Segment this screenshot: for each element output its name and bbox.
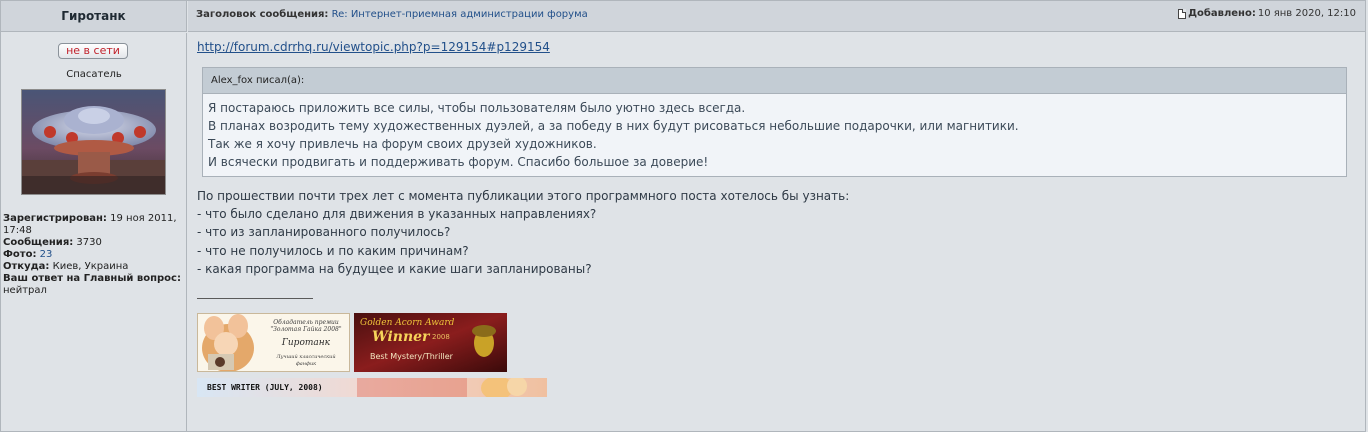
post-date: Добавлено: 10 янв 2020, 12:10 [1178,8,1356,19]
banner1-text: Лучший классический [275,354,335,360]
banner3-text: BEST WRITER (JULY, 2008) [207,383,323,392]
banner2-text: Winner [372,329,431,345]
message-line: - какая программа на будущее и какие шаг… [197,261,592,276]
stat-photos: Фото: 23 [3,249,185,261]
status-badge: не в сети [58,43,128,59]
forum-post: Гиротанк Заголовок сообщения: Re: Интерн… [0,0,1366,432]
message-line: По прошествии почти трех лет с момента п… [197,189,850,203]
banner1-text: фанфик [296,360,316,367]
message-text: По прошествии почти трех лет с момента п… [197,187,849,278]
post-header: Заголовок сообщения: Re: Интернет-приемн… [188,1,1365,32]
messages-label: Сообщения: [3,237,74,248]
banner2-text: 2008 [432,333,450,341]
author-rank: Спасатель [66,69,122,80]
banner1-text: "Золотая Гайка 2008" [270,326,341,333]
answer-value: нейтрал [3,285,47,296]
answer-label: Ваш ответ на Главный вопрос: [3,273,181,284]
author-profile: не в сети Спасатель Зарегистрирован: 19 … [1,33,187,431]
photos-link[interactable]: 23 [40,249,53,260]
post-icon[interactable] [1178,8,1187,19]
posted-label: Добавлено: [1188,8,1256,19]
message-line: - что не получилось и по каким причинам? [197,243,469,258]
stat-registered: Зарегистрирован: 19 ноя 2011, 17:48 [3,213,185,237]
from-value: Киев, Украина [52,261,129,272]
photos-label: Фото: [3,249,37,260]
banner1-text: Обладатель премии [273,319,339,326]
message-line: - что было сделано для движения в указан… [197,207,597,222]
award-banner-golden-nut: Обладатель премии "Золотая Гайка 2008" Г… [197,313,350,372]
author-header: Гиротанк [1,1,187,32]
registered-label: Зарегистрирован: [3,213,107,224]
from-label: Откуда: [3,261,50,272]
avatar [21,89,166,195]
stat-from: Откуда: Киев, Украина [3,261,185,273]
quote-author: Alex_fox писал(а): [203,68,1346,94]
banner2-text: Golden Acorn Award [360,318,455,328]
post-link[interactable]: http://forum.cdrrhq.ru/viewtopic.php?p=1… [197,40,550,54]
quote-text: Я постараюсь приложить все силы, чтобы п… [203,94,1346,171]
quote-line: В планах возродить тему художественных д… [208,119,1019,133]
award-banner-golden-acorn: Golden Acorn Award Winner 2008 Best Myst… [354,313,507,372]
post-subject: Заголовок сообщения: Re: Интернет-приемн… [196,9,588,20]
author-stats: Зарегистрирован: 19 ноя 2011, 17:48 Сооб… [3,213,185,297]
stat-messages: Сообщения: 3730 [3,237,185,249]
message-line: - что из запланированного получилось? [197,225,451,240]
banner2-text: Best Mystery/Thriller [370,352,454,361]
quote-line: Я постараюсь приложить все силы, чтобы п… [208,101,746,115]
subject-link[interactable]: Re: Интернет-приемная администрации фору… [332,9,588,20]
posted-value: 10 янв 2020, 12:10 [1257,8,1356,19]
subject-label: Заголовок сообщения: [196,9,329,20]
quote-line: И всячески продвигать и поддерживать фор… [208,155,709,169]
quote-block: Alex_fox писал(а): Я постараюсь приложит… [202,67,1347,177]
banner1-text: Гиротанк [281,338,331,348]
award-banner-best-writer: BEST WRITER (JULY, 2008) [197,378,547,397]
quote-line: Так же я хочу привлечь на форум своих др… [208,137,597,151]
author-nickname[interactable]: Гиротанк [61,9,125,23]
messages-value: 3730 [76,237,102,248]
stat-answer: Ваш ответ на Главный вопрос: нейтрал [3,273,185,297]
signature-divider [197,298,313,299]
